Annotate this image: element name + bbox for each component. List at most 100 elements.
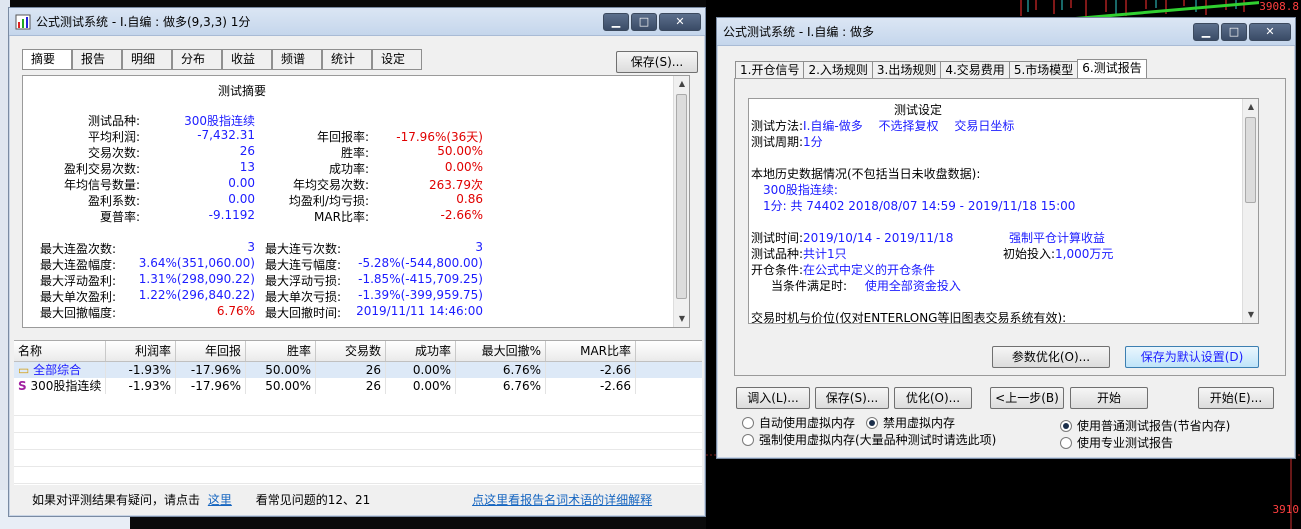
start-button[interactable]: 开始 (1070, 387, 1148, 409)
scroll-up-icon[interactable]: ▲ (1243, 99, 1258, 115)
disable-vm-radio[interactable]: 禁用虚拟内存 (866, 414, 955, 431)
summary-row-1: 平均利润: -7,432.31 年回报率: -17.96%(36天) (23, 128, 663, 144)
col-mar-ratio[interactable]: MAR比率 (546, 341, 636, 361)
minimize-button-2[interactable]: ▁ (1193, 22, 1219, 41)
normal-report-radio[interactable]: 使用普通测试报告(节省内存) (1060, 417, 1230, 434)
max-consec-loss-range-label: 最大连亏幅度: (264, 258, 341, 272)
force-vm-radio[interactable]: 强制使用虚拟内存(大量品种测试时请选此项) (742, 431, 996, 448)
table-row[interactable]: S 300股指连续 -1.93% -17.96% 50.00% 26 0.00%… (14, 378, 702, 394)
method-label: 测试方法: (751, 119, 804, 133)
max-single-loss-label: 最大单次亏损: (264, 290, 341, 304)
tab-detail[interactable]: 明细 (122, 49, 172, 70)
close-button-2[interactable]: ✕ (1249, 22, 1291, 41)
footer-detail-link[interactable]: 点这里看报告名词术语的详细解释 (472, 493, 652, 507)
col-annual-return[interactable]: 年回报 (176, 341, 246, 361)
load-button[interactable]: 调入(L)... (736, 387, 810, 409)
invest-label: 初始投入: (1003, 247, 1056, 261)
tab-distribution[interactable]: 分布 (172, 49, 222, 70)
mar-ratio-value: -2.66% (440, 208, 483, 222)
summary-row-10: 最大单次盈利: 1.22%(296,840.22) 最大单次亏损: -1.39%… (23, 288, 663, 304)
scroll-thumb[interactable] (1245, 117, 1256, 203)
tab-settings[interactable]: 设定 (372, 49, 422, 70)
trade-count-label: 交易次数: (87, 146, 140, 160)
cell-annual-return: -17.96% (176, 362, 246, 378)
max-drawdown-time-label: 最大回撤时间: (264, 306, 341, 320)
maximize-button-2[interactable]: □ (1221, 22, 1247, 41)
auto-vm-radio[interactable]: 自动使用虚拟内存 (742, 414, 855, 431)
mar-ratio-label: MAR比率: (314, 210, 369, 224)
minimize-button[interactable]: ▁ (603, 12, 629, 31)
col-max-drawdown[interactable]: 最大回撤% (456, 341, 546, 361)
annual-return-value: -17.96%(36天) (396, 130, 483, 144)
window-title: 公式测试系统 - I.自编 : 做多(9,3,3) 1分 (36, 15, 251, 29)
max-consec-win-value: 3 (247, 240, 255, 254)
maximize-button[interactable]: □ (631, 12, 657, 31)
col-success-rate[interactable]: 成功率 (386, 341, 456, 361)
row-name-cell: ▭ 全部综合 (14, 362, 106, 378)
price-label-bottom: 3910 (1272, 503, 1300, 516)
start-e-button[interactable]: 开始(E)... (1198, 387, 1274, 409)
annual-signals-value: 0.00 (228, 176, 255, 190)
annual-signals-label: 年均信号数量: (63, 178, 140, 192)
summary-scrollbar[interactable]: ▲ ▼ (673, 76, 689, 327)
tab-exit-rules[interactable]: 3.出场规则 (871, 61, 942, 79)
max-float-loss-value: -1.85%(-415,709.25) (358, 272, 483, 286)
tab-report[interactable]: 报告 (72, 49, 122, 70)
scroll-thumb[interactable] (676, 94, 687, 299)
col-name[interactable]: 名称 (14, 341, 106, 361)
minimize-icon: ▁ (611, 15, 621, 28)
title-bar[interactable]: 公式测试系统 - I.自编 : 做多(9,3,3) 1分 ▁ □ ✕ (9, 8, 705, 36)
tab-entry-rules[interactable]: 2.入场规则 (803, 61, 873, 79)
win-rate-label: 胜率: (340, 146, 369, 160)
save-default-button[interactable]: 保存为默认设置(D) (1125, 346, 1259, 368)
row-name: 300股指连续 (30, 379, 102, 393)
tab-summary[interactable]: 摘要 (22, 49, 72, 70)
title-bar-2[interactable]: 公式测试系统 - I.自编 : 做多 ▁ □ ✕ (717, 18, 1295, 46)
success-rate-label: 成功率: (328, 162, 369, 176)
folder-icon: ▭ (18, 363, 30, 377)
scroll-down-icon[interactable]: ▼ (1243, 307, 1258, 323)
col-trades[interactable]: 交易数 (316, 341, 386, 361)
tab-test-report[interactable]: 6.测试报告 (1077, 59, 1147, 79)
tab-trade-fees[interactable]: 4.交易费用 (940, 61, 1010, 79)
max-drawdown-time-value: 2019/11/11 14:46:00 (356, 304, 483, 318)
report-scrollbar[interactable]: ▲ ▼ (1242, 99, 1258, 323)
max-float-loss-label: 最大浮动亏损: (264, 274, 341, 288)
save-button-2[interactable]: 保存(S)... (815, 387, 889, 409)
max-consec-loss-label: 最大连亏次数: (264, 242, 341, 256)
prod-value: 共计1只 (803, 247, 847, 261)
save-button[interactable]: 保存(S)... (616, 51, 698, 73)
close-button[interactable]: ✕ (659, 12, 701, 31)
prev-step-button[interactable]: <上一步(B) (990, 387, 1064, 409)
pro-report-radio[interactable]: 使用专业测试报告 (1060, 434, 1173, 451)
footer-here-link[interactable]: 这里 (208, 493, 232, 507)
radio-on-icon (866, 416, 878, 429)
summary-row-7: 最大连盈次数: 3 最大连亏次数: 3 (23, 240, 663, 256)
report-trade-note: 交易时机与价位(仅对ENTERLONG等旧图表交易系统有效): (751, 311, 1067, 324)
tab-open-signal[interactable]: 1.开仓信号 (735, 61, 805, 79)
scroll-up-icon[interactable]: ▲ (674, 76, 689, 92)
report-condition: 开仓条件:在公式中定义的开仓条件 (751, 261, 935, 277)
success-rate-value: 0.00% (444, 160, 483, 174)
report-method: 测试方法:I.自编-做多 不选择复权 交易日坐标 (751, 117, 1014, 133)
col-win-rate[interactable]: 胜率 (246, 341, 316, 361)
product-label: 测试品种: (87, 114, 140, 128)
scroll-down-icon[interactable]: ▼ (674, 311, 689, 327)
method-value: I.自编-做多 不选择复权 交易日坐标 (803, 119, 1015, 133)
tab-market-model[interactable]: 5.市场模型 (1008, 61, 1079, 79)
cell-mar-ratio: -2.66 (546, 362, 636, 378)
tab-statistics[interactable]: 统计 (322, 49, 372, 70)
row-name: 全部综合 (33, 363, 82, 377)
max-consec-loss-range-value: -5.28%(-544,800.00) (358, 256, 483, 270)
table-row[interactable]: ▭ 全部综合 -1.93% -17.96% 50.00% 26 0.00% 6.… (14, 362, 702, 378)
tab-returns[interactable]: 收益 (222, 49, 272, 70)
tab-spectrum[interactable]: 频谱 (272, 49, 322, 70)
period-value: 1分 (803, 135, 823, 149)
settings-tabs: 1.开仓信号 2.入场规则 3.出场规则 4.交易费用 5.市场模型 6.测试报… (735, 59, 1147, 79)
max-single-profit-label: 最大单次盈利: (39, 290, 116, 304)
param-optimize-button[interactable]: 参数优化(O)... (992, 346, 1110, 368)
sharpe-value: -9.1192 (208, 208, 255, 222)
optimize-button[interactable]: 优化(O)... (894, 387, 972, 409)
report-period: 测试周期:1分 (751, 133, 823, 149)
col-profit-rate[interactable]: 利润率 (106, 341, 176, 361)
